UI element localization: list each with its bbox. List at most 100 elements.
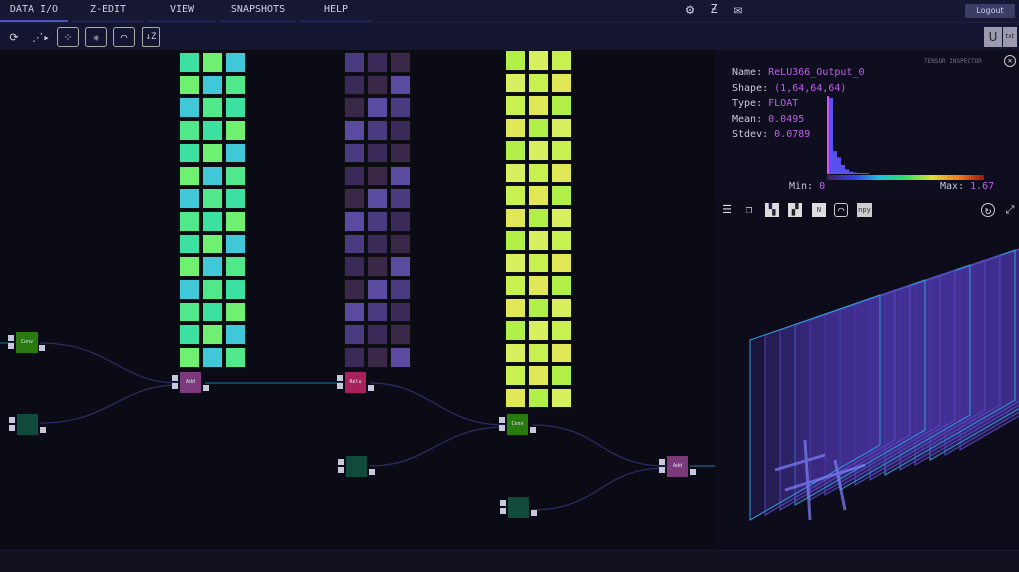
port[interactable] bbox=[500, 508, 506, 514]
feature-map-tile[interactable] bbox=[202, 74, 223, 96]
port[interactable] bbox=[39, 345, 45, 351]
feature-map-tile[interactable] bbox=[528, 162, 549, 183]
normalize-button[interactable]: N bbox=[812, 203, 826, 217]
feature-map-tile[interactable] bbox=[367, 279, 388, 300]
feature-map-tile[interactable] bbox=[367, 324, 388, 346]
feature-map-tile[interactable] bbox=[528, 252, 549, 273]
node-conv[interactable]: Conv bbox=[8, 332, 45, 353]
feature-map-tile[interactable] bbox=[551, 342, 572, 363]
image-icon[interactable]: ◠ bbox=[834, 203, 848, 217]
feature-map-tile[interactable] bbox=[505, 387, 526, 408]
feature-map-tile[interactable] bbox=[225, 74, 246, 96]
feature-map-tile[interactable] bbox=[505, 365, 526, 386]
node-add[interactable]: Add bbox=[172, 372, 209, 393]
feature-map-tile[interactable] bbox=[344, 142, 365, 164]
port[interactable] bbox=[338, 459, 344, 465]
feature-map-tile[interactable] bbox=[202, 120, 223, 141]
feature-map-tile[interactable] bbox=[202, 233, 223, 255]
node-initializer[interactable] bbox=[9, 414, 46, 435]
feature-map-tile[interactable] bbox=[551, 365, 572, 386]
expand-icon[interactable]: ⤢ bbox=[1003, 203, 1017, 217]
feature-map-tile[interactable] bbox=[528, 117, 549, 138]
feature-map-tile[interactable] bbox=[202, 324, 223, 346]
feature-map-tile[interactable] bbox=[367, 97, 388, 119]
feature-map-tile[interactable] bbox=[179, 52, 200, 73]
feature-map-tile[interactable] bbox=[390, 165, 411, 187]
feature-map-tile[interactable] bbox=[344, 74, 365, 96]
import-points-icon[interactable]: ⁘ bbox=[57, 27, 79, 47]
feature-map-tile[interactable] bbox=[528, 95, 549, 116]
feature-map-tile[interactable] bbox=[367, 233, 388, 255]
feature-map-tile[interactable] bbox=[344, 347, 365, 368]
feature-map-tile[interactable] bbox=[390, 210, 411, 232]
port[interactable] bbox=[500, 500, 506, 506]
feature-map-tile[interactable] bbox=[505, 162, 526, 183]
feature-map-tile[interactable] bbox=[551, 162, 572, 183]
feature-map-tile[interactable] bbox=[344, 301, 365, 323]
feature-map-tile[interactable] bbox=[367, 74, 388, 96]
port[interactable] bbox=[40, 427, 46, 433]
port[interactable] bbox=[530, 427, 536, 433]
feature-map-tile[interactable] bbox=[344, 52, 365, 73]
feature-map-tile[interactable] bbox=[551, 230, 572, 251]
feature-map-tile[interactable] bbox=[505, 320, 526, 341]
feature-map-tile[interactable] bbox=[179, 256, 200, 277]
feature-map-tile[interactable] bbox=[505, 230, 526, 251]
feature-map-tile[interactable] bbox=[179, 165, 200, 187]
feature-map-tile[interactable] bbox=[551, 275, 572, 296]
feature-map-tile[interactable] bbox=[505, 207, 526, 228]
menu-help[interactable]: HELP bbox=[300, 0, 372, 22]
port[interactable] bbox=[338, 467, 344, 473]
feature-map-tile[interactable] bbox=[390, 279, 411, 300]
feature-map-tile[interactable] bbox=[390, 74, 411, 96]
feature-map-tile[interactable] bbox=[505, 275, 526, 296]
feature-map-tile[interactable] bbox=[202, 97, 223, 119]
feature-map-tile[interactable] bbox=[390, 142, 411, 164]
node-add-2[interactable]: Add bbox=[659, 456, 696, 477]
feature-map-tile[interactable] bbox=[505, 95, 526, 116]
port[interactable] bbox=[690, 469, 696, 475]
feature-map-tile[interactable] bbox=[179, 279, 200, 300]
node-initializer[interactable] bbox=[500, 497, 537, 518]
feature-map-tile[interactable] bbox=[202, 301, 223, 323]
menu-z-edit[interactable]: Z-EDIT bbox=[72, 0, 144, 22]
port[interactable] bbox=[203, 385, 209, 391]
checker-icon[interactable]: ▚ bbox=[765, 203, 779, 217]
port[interactable] bbox=[337, 383, 343, 389]
tensor-3d-view[interactable] bbox=[715, 220, 1019, 550]
feature-map-tile[interactable] bbox=[344, 324, 365, 346]
copy-icon[interactable]: ❐ bbox=[742, 203, 756, 217]
import-image-icon[interactable]: ◠ bbox=[113, 27, 135, 47]
feature-map-tile[interactable] bbox=[202, 142, 223, 164]
feature-map-tile[interactable] bbox=[225, 279, 246, 300]
feature-map-tile[interactable] bbox=[179, 347, 200, 368]
feature-map-tile[interactable] bbox=[179, 301, 200, 323]
feature-map-tile[interactable] bbox=[528, 185, 549, 206]
checker-2-icon[interactable]: ▞ bbox=[788, 203, 802, 217]
feature-map-tile[interactable] bbox=[367, 256, 388, 277]
feature-map-tile[interactable] bbox=[225, 210, 246, 232]
menu-view[interactable]: VIEW bbox=[148, 0, 216, 22]
feature-map-tile[interactable] bbox=[528, 365, 549, 386]
feature-map-tile[interactable] bbox=[179, 74, 200, 96]
node-relu[interactable]: Relu bbox=[337, 372, 374, 393]
feature-map-tile[interactable] bbox=[390, 324, 411, 346]
feature-map-tile[interactable] bbox=[551, 117, 572, 138]
menu-data-i-o[interactable]: DATA I/O bbox=[0, 0, 68, 22]
feature-map-tile[interactable] bbox=[505, 140, 526, 161]
feature-map-tile[interactable] bbox=[551, 72, 572, 93]
feature-map-tile[interactable] bbox=[390, 256, 411, 277]
feature-map-tile[interactable] bbox=[179, 120, 200, 141]
feature-map-tile[interactable] bbox=[202, 279, 223, 300]
node-conv-2[interactable]: Conv bbox=[499, 414, 536, 435]
import-graph-icon[interactable]: ✳ bbox=[85, 27, 107, 47]
logout-button[interactable]: Logout bbox=[965, 4, 1015, 18]
feature-map-tile[interactable] bbox=[179, 142, 200, 164]
feature-map-tile[interactable] bbox=[367, 188, 388, 209]
feature-map-tile[interactable] bbox=[551, 252, 572, 273]
feature-map-tile[interactable] bbox=[367, 301, 388, 323]
z-refresh-icon[interactable]: ⟳ bbox=[3, 27, 25, 47]
feature-map-tile[interactable] bbox=[505, 297, 526, 318]
port[interactable] bbox=[337, 375, 343, 381]
graph-z-icon[interactable]: Ƶ bbox=[704, 2, 724, 20]
